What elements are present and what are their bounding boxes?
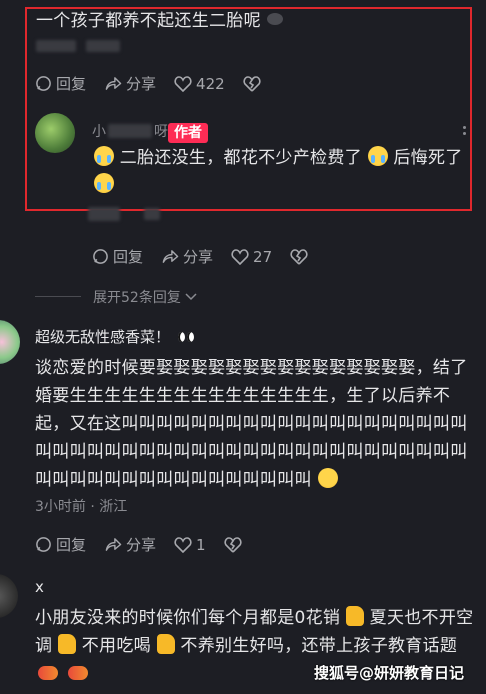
reply-button[interactable]: 回复 (35, 73, 86, 94)
heart-icon (174, 75, 192, 92)
comment-text: 谈恋爱的时候要娶娶娶娶娶娶娶娶娶娶娶娶娶娶娶，结了婚要生生生生生生生生生生生生生… (35, 358, 468, 490)
comment-actions: 回复 分享 1 (35, 534, 242, 555)
comment-username[interactable]: x (35, 578, 44, 596)
reply-actions: 回复 分享 27 (92, 246, 308, 267)
blurred-meta (36, 40, 76, 52)
chat-bubble-icon (36, 537, 51, 552)
avatar[interactable] (0, 574, 18, 618)
share-button[interactable]: 分享 (104, 534, 156, 555)
share-button[interactable]: 分享 (104, 73, 156, 94)
author-badge: 作者 (168, 123, 208, 143)
ok-hand-emoji-icon (38, 666, 58, 680)
chevron-down-icon (185, 293, 197, 301)
watermark: 搜狐号@妍妍教育日记 (314, 664, 465, 682)
thumbs-up-emoji-icon (345, 606, 364, 626)
chat-bubble-icon (93, 249, 108, 264)
broken-heart-icon (243, 75, 261, 92)
ok-hand-emoji-row (38, 666, 88, 680)
like-button[interactable]: 1 (174, 536, 206, 554)
heart-icon (174, 536, 192, 553)
dislike-button[interactable] (290, 248, 308, 265)
share-arrow-icon (105, 538, 122, 551)
expand-divider (35, 296, 81, 297)
like-button[interactable]: 422 (174, 75, 225, 93)
comment-text: 小朋友没来的时候你们每个月都是0花销 夏天也不开空调 不用吃喝 不养别生好吗，还… (35, 606, 474, 656)
ok-hand-emoji-icon (68, 666, 88, 680)
blurred-username (108, 124, 152, 138)
expand-replies-button[interactable]: 展开52条回复 (93, 287, 197, 307)
blurred-meta (144, 208, 160, 220)
sweat-smile-emoji-icon (317, 468, 338, 488)
heart-icon (231, 248, 249, 265)
chat-bubble-icon (36, 76, 51, 91)
share-arrow-icon (105, 77, 122, 90)
reply-text: 二胎还没生，都花不少产检费了 后悔死了 (94, 145, 470, 199)
share-arrow-icon (162, 250, 179, 263)
avatar[interactable] (35, 113, 75, 153)
comment-meta: 3小时前 · 浙江 (35, 499, 128, 515)
more-options-icon[interactable] (463, 126, 466, 129)
comment-text: 一个孩子都养不起还生二胎呢 (36, 8, 456, 35)
eyes-emoji-icon (178, 331, 195, 342)
blurred-meta (86, 40, 120, 52)
reply-button[interactable]: 回复 (35, 534, 86, 555)
thumbs-up-emoji-icon (58, 634, 77, 654)
crying-emoji-icon (367, 146, 388, 166)
share-button[interactable]: 分享 (161, 246, 213, 267)
crying-emoji-icon (94, 146, 114, 166)
like-button[interactable]: 27 (231, 248, 272, 266)
dislike-button[interactable] (223, 536, 242, 553)
comment-actions: 回复 分享 422 (35, 73, 261, 94)
emoji-icon (266, 13, 283, 25)
comment-username[interactable]: 超级无敌性感香菜！ (35, 326, 195, 347)
thumbs-up-emoji-icon (156, 634, 175, 654)
crying-emoji-icon (94, 173, 114, 193)
reply-username[interactable]: 小 呀 (92, 121, 168, 141)
broken-heart-icon (290, 248, 308, 265)
avatar[interactable] (0, 320, 20, 364)
blurred-meta (88, 207, 120, 221)
reply-button[interactable]: 回复 (92, 246, 143, 267)
broken-heart-icon (223, 536, 242, 553)
dislike-button[interactable] (243, 75, 261, 92)
